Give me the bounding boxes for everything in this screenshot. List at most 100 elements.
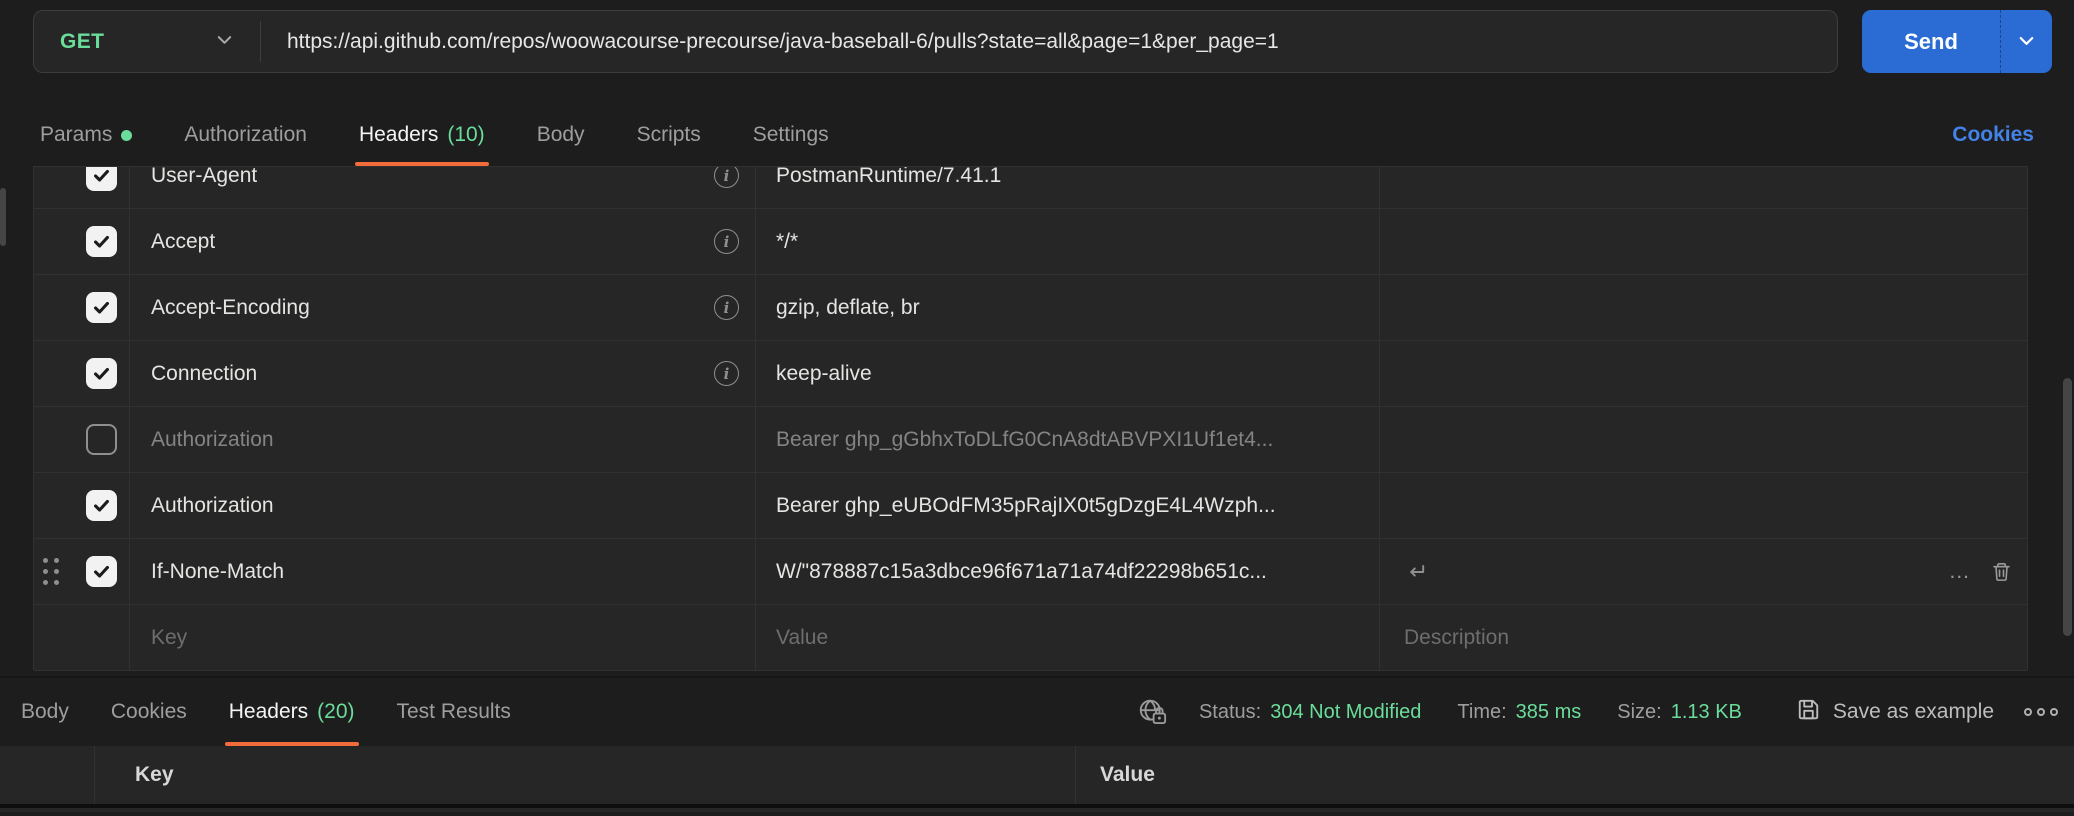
tab-label: Cookies [111, 700, 187, 724]
response-tab-test-results[interactable]: Test Results [397, 678, 511, 746]
info-icon[interactable]: i [714, 361, 739, 386]
tab-count: (10) [447, 123, 484, 147]
save-as-example-button[interactable]: Save as example [1796, 697, 1994, 727]
method-selector[interactable]: GET [34, 11, 260, 72]
row-value-cell: */* [755, 209, 1379, 274]
row-select-cell [34, 275, 129, 340]
row-description-cell [1379, 341, 2027, 406]
response-meta: Status: 304 Not Modified Time: 385 ms Si… [1137, 697, 2058, 727]
new-value-input-cell: Value [755, 605, 1379, 670]
header-key[interactable]: Authorization [151, 428, 274, 452]
header-value[interactable]: keep-alive [776, 362, 872, 386]
response-headers-table-head: Key Value [0, 746, 2074, 808]
globe-lock-icon[interactable] [1137, 697, 1171, 727]
chevron-down-icon [215, 30, 234, 54]
response-table-value-column: Value [1076, 746, 2074, 804]
header-key[interactable]: Connection [151, 362, 257, 386]
row-description-cell: ... [1379, 539, 2027, 604]
more-options-icon[interactable] [2024, 708, 2058, 716]
checkbox-checked[interactable] [86, 292, 117, 323]
row-value-cell: gzip, deflate, br [755, 275, 1379, 340]
header-row-new: Key Value Description [34, 605, 2027, 671]
header-key[interactable]: Accept-Encoding [151, 296, 310, 320]
row-select-cell [34, 341, 129, 406]
send-button[interactable]: Send [1862, 10, 2000, 73]
checkbox-checked[interactable] [86, 358, 117, 389]
response-table-key-column: Key [95, 746, 1076, 804]
row-select-cell [34, 473, 129, 538]
tab-count: (20) [317, 700, 354, 724]
new-description-input[interactable]: Description [1404, 626, 1509, 650]
url-container: GET https://api.github.com/repos/woowaco… [33, 10, 1838, 73]
header-value[interactable]: Bearer ghp_eUBOdFM35pRajIX0t5gDzgE4L4Wzp… [776, 494, 1276, 518]
response-tab-body[interactable]: Body [21, 678, 69, 746]
save-as-example-label: Save as example [1833, 700, 1994, 724]
header-value[interactable]: */* [776, 230, 798, 254]
request-tab-params[interactable]: Params [40, 104, 132, 166]
row-key-cell: If-None-Match [129, 539, 755, 604]
header-value[interactable]: PostmanRuntime/7.41.1 [776, 167, 1001, 188]
row-value-cell: Bearer ghp_eUBOdFM35pRajIX0t5gDzgE4L4Wzp… [755, 473, 1379, 538]
send-options-button[interactable] [2000, 10, 2052, 73]
tab-label: Headers [359, 123, 438, 147]
row-key-cell: Connection i [129, 341, 755, 406]
status-label: Status: [1199, 701, 1261, 724]
new-value-input[interactable]: Value [776, 626, 828, 650]
response-table-row-sliver [0, 808, 2074, 812]
info-icon[interactable]: i [714, 229, 739, 254]
request-tab-body[interactable]: Body [537, 104, 585, 166]
request-headers-table: User-Agent i PostmanRuntime/7.41.1 Accept i *… [33, 166, 2028, 670]
header-key[interactable]: Accept [151, 230, 215, 254]
response-tab-cookies[interactable]: Cookies [111, 678, 187, 746]
header-value[interactable]: gzip, deflate, br [776, 296, 920, 320]
header-key[interactable]: If-None-Match [151, 560, 284, 584]
request-tab-authorization[interactable]: Authorization [184, 104, 307, 166]
right-scrollbar-thumb[interactable] [2063, 378, 2072, 636]
info-icon[interactable]: i [714, 167, 739, 188]
ellipsis-icon[interactable]: ... [1949, 567, 1970, 577]
row-key-cell: Authorization [129, 407, 755, 472]
row-description-cell [1379, 275, 2027, 340]
row-select-cell [34, 209, 129, 274]
request-tab-scripts[interactable]: Scripts [637, 104, 701, 166]
request-tab-settings[interactable]: Settings [753, 104, 829, 166]
response-value-header: Value [1100, 763, 1155, 787]
row-description-cell [1379, 167, 2027, 208]
drag-handle-icon[interactable] [43, 558, 59, 585]
checkbox-checked[interactable] [86, 490, 117, 521]
return-icon [1404, 561, 1428, 583]
tab-label: Body [537, 123, 585, 147]
new-key-input[interactable]: Key [151, 626, 187, 650]
header-row: Authorization Bearer ghp_gGbhxToDLfG0CnA8… [34, 407, 2027, 473]
row-description-cell [1379, 407, 2027, 472]
response-tab-headers[interactable]: Headers(20) [229, 678, 355, 746]
response-table-select-column [0, 746, 95, 804]
cookies-link[interactable]: Cookies [1952, 123, 2034, 147]
info-icon[interactable]: i [714, 295, 739, 320]
row-key-cell: User-Agent i [129, 167, 755, 208]
response-size: Size: 1.13 KB [1617, 701, 1742, 724]
checkbox-unchecked[interactable] [86, 424, 117, 455]
header-key[interactable]: Authorization [151, 494, 274, 518]
header-key[interactable]: User-Agent [151, 167, 257, 188]
request-tab-headers[interactable]: Headers (10) [359, 104, 485, 166]
row-actions: ... [1949, 560, 2013, 583]
new-key-input-cell: Key [129, 605, 755, 670]
url-input[interactable]: https://api.github.com/repos/woowacourse… [261, 11, 1837, 72]
header-value[interactable]: Bearer ghp_gGbhxToDLfG0CnA8dtABVPXI1Uf1e… [776, 428, 1273, 452]
header-row: Accept i */* [34, 209, 2027, 275]
response-section: Body Cookies Headers(20) Test Results [0, 676, 2074, 816]
row-description-cell [1379, 209, 2027, 274]
size-value: 1.13 KB [1671, 701, 1742, 724]
left-scrollbar-thumb[interactable] [0, 188, 6, 246]
checkbox-checked[interactable] [86, 226, 117, 257]
method-label: GET [60, 30, 104, 54]
trash-icon[interactable] [1990, 560, 2013, 583]
row-value-cell: keep-alive [755, 341, 1379, 406]
row-description-cell [1379, 473, 2027, 538]
header-value[interactable]: W/"878887c15a3dbce96f671a71a74df22298b65… [776, 560, 1267, 584]
checkbox-checked[interactable] [86, 556, 117, 587]
row-key-cell: Accept-Encoding i [129, 275, 755, 340]
tab-label: Scripts [637, 123, 701, 147]
checkbox-checked[interactable] [86, 167, 117, 191]
